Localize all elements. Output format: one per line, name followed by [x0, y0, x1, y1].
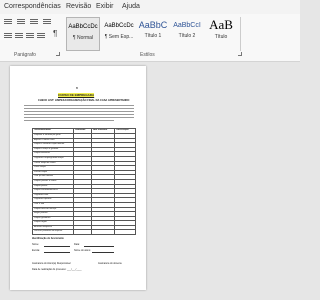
style-name: ¶ Sem Esp... [104, 34, 134, 40]
bullets-icon[interactable] [4, 19, 12, 25]
ribbon-home: ¶ Parágrafo AaBbCcDc ¶ Normal AaBbCcDc ¶… [0, 14, 300, 62]
style-name: Título [214, 34, 228, 40]
teacher-signature-label: Assinatura do docente [98, 262, 122, 265]
style-name: ¶ Normal [72, 35, 94, 41]
align-center-icon[interactable] [15, 33, 23, 39]
empty-cell [73, 229, 92, 236]
table-header-row: Tarefa/Atividade Realizado Não realizado Ob… [31, 128, 136, 134]
document-page[interactable]: B CURSO DE EMPREGADA CHECK LIST: LIMPEZA… [10, 66, 146, 290]
style-sample: AaBbCcDc [104, 23, 134, 29]
style-heading-1[interactable]: AaBbC Título 1 [136, 17, 170, 51]
style-sample: AaBbCcDc [68, 24, 98, 30]
signature-section-title: Identificação do funcionário [32, 237, 64, 240]
student-signature-label: Assinatura do Aluno(a) Responsável [32, 262, 71, 265]
paragraph-group-label: Parágrafo [14, 52, 36, 58]
checklist-table: Tarefa/Atividade Realizado Não realizado Ob… [31, 128, 136, 236]
empty-cell [114, 229, 136, 236]
name-label: Nome: [32, 243, 40, 246]
ribbon-tab-bar: Correspondências Revisão Exibir Ajuda [0, 0, 300, 14]
style-name: Título 2 [178, 33, 196, 39]
table-row: Verificar produtos de limpeza [31, 229, 136, 236]
style-no-spacing[interactable]: AaBbCcDc ¶ Sem Esp... [102, 17, 136, 51]
tab-exibir[interactable]: Exibir [96, 3, 114, 10]
style-sample: AaB [209, 17, 233, 32]
show-marks-button[interactable]: ¶ [53, 30, 57, 38]
tab-revisao[interactable]: Revisão [66, 3, 91, 10]
tab-ajuda[interactable]: Ajuda [122, 3, 140, 10]
styles-dialog-launcher-icon[interactable] [238, 52, 242, 56]
document-title: CURSO DE EMPREGADA [58, 93, 95, 97]
student-name-label: Nome do aluno: [74, 249, 91, 252]
justify-icon[interactable] [37, 33, 45, 39]
style-sample: AaBbC [138, 20, 168, 30]
date-label: Data: [74, 243, 80, 246]
style-normal[interactable]: AaBbCcDc ¶ Normal [66, 17, 100, 51]
style-heading-2[interactable]: AaBbCcI Título 2 [170, 17, 204, 51]
style-title[interactable]: AaB Título [204, 17, 238, 51]
decrease-indent-icon[interactable] [43, 19, 51, 25]
numbering-icon[interactable] [17, 19, 25, 25]
align-right-icon[interactable] [26, 33, 34, 39]
tab-correspondencias[interactable]: Correspondências [4, 3, 61, 10]
school-label: Escola: [32, 249, 40, 252]
completion-date-label: Data de realização do processo: ___/___/… [32, 268, 82, 271]
document-subtitle: CHECK LIST: LIMPEZA/ORGANIZAÇÃO FINAL DA… [38, 99, 130, 102]
styles-scroll-arrows[interactable] [240, 17, 246, 51]
styles-gallery: AaBbCcDc ¶ Normal AaBbCcDc ¶ Sem Esp... … [64, 17, 300, 51]
style-sample: AaBbCcI [173, 22, 201, 29]
paragraph-dialog-launcher-icon[interactable] [56, 52, 60, 56]
empty-cell [90, 229, 116, 236]
multilevel-list-icon[interactable] [30, 19, 38, 25]
style-name: Título 1 [144, 33, 162, 39]
align-left-icon[interactable] [4, 33, 12, 39]
header-mark: B [76, 86, 79, 90]
task-cell: Verificar produtos de limpeza [31, 229, 75, 236]
styles-group-label: Estilos [140, 52, 155, 58]
